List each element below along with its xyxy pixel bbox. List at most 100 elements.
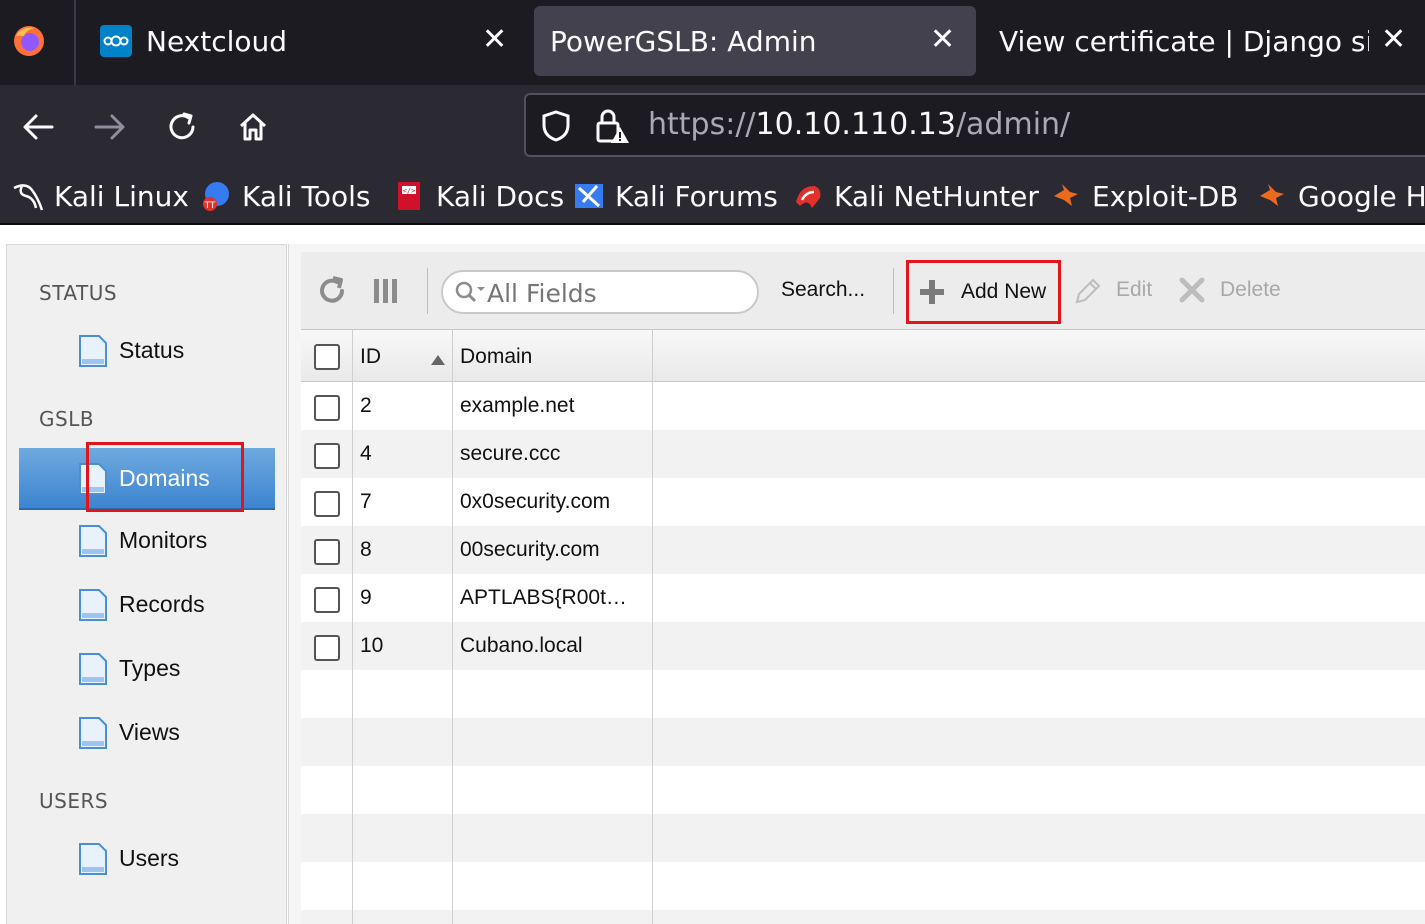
cell-domain: example.net: [460, 394, 575, 417]
red-highlight-box: [86, 442, 244, 512]
exploit-db-icon: [1050, 180, 1082, 212]
reload-icon[interactable]: [162, 107, 202, 147]
cell-domain: Cubano.local: [460, 634, 583, 657]
sidebar-item-domains[interactable]: Domains: [19, 442, 275, 512]
sidebar-item-label: Records: [119, 591, 205, 617]
kali-tools-icon: TT: [200, 180, 232, 212]
columns-icon[interactable]: [371, 276, 403, 308]
empty-row: [301, 670, 1425, 718]
bookmark-kali-linux[interactable]: Kali Linux: [12, 179, 189, 213]
tab-powergslb-admin[interactable]: PowerGSLB: Admin ✕: [534, 6, 976, 76]
document-icon: [79, 843, 107, 875]
google-hacking-icon: [1256, 180, 1288, 212]
tracking-shield-icon[interactable]: [540, 109, 572, 147]
cell-domain: 00security.com: [460, 538, 600, 561]
column-header-id[interactable]: ID: [360, 345, 381, 369]
sort-ascending-icon[interactable]: [431, 350, 445, 369]
select-all-checkbox[interactable]: [314, 344, 340, 370]
sidebar-item-label: Views: [119, 719, 180, 745]
grid-toolbar: Search... Add New Edit Delete: [301, 252, 1425, 330]
forward-arrow-icon[interactable]: [90, 107, 130, 147]
sidebar-heading-users: USERS: [39, 789, 109, 813]
toolbar-separator: [893, 268, 894, 314]
table-row[interactable]: 10 Cubano.local: [301, 622, 1425, 670]
cell-id: 4: [360, 442, 372, 465]
bookmark-kali-docs[interactable]: </> Kali Docs: [394, 179, 564, 213]
bookmark-label: Exploit-DB: [1092, 179, 1239, 213]
firefox-logo-icon[interactable]: [12, 24, 46, 58]
column-divider: [652, 330, 653, 924]
main-panel: Search... Add New Edit Delete ID: [288, 244, 1425, 924]
search-magnifier-icon[interactable]: [455, 281, 485, 309]
row-checkbox[interactable]: [314, 395, 340, 421]
kali-forums-icon: [573, 180, 605, 212]
svg-text:</>: </>: [403, 187, 416, 195]
sidebar: STATUS Status GSLB Domains Monitors Reco…: [6, 244, 287, 924]
row-checkbox[interactable]: [314, 635, 340, 661]
tab-close-icon[interactable]: ✕: [1381, 22, 1406, 57]
url-text[interactable]: https://10.10.110.13/admin/: [648, 107, 1070, 142]
pencil-icon: [1073, 276, 1105, 308]
row-checkbox[interactable]: [314, 587, 340, 613]
tab-title: Nextcloud: [146, 24, 288, 58]
sidebar-item-records[interactable]: Records: [19, 574, 275, 636]
document-icon: [79, 589, 107, 621]
cell-domain: 0x0security.com: [460, 490, 611, 513]
empty-row: [301, 862, 1425, 910]
tab-django-certificate[interactable]: View certificate | Django site a ✕: [985, 6, 1425, 76]
sidebar-item-types[interactable]: Types: [19, 638, 275, 700]
column-header-domain[interactable]: Domain: [460, 345, 532, 369]
add-new-button[interactable]: Add New: [906, 260, 1061, 324]
table-row[interactable]: 4 secure.ccc: [301, 430, 1425, 478]
kali-nethunter-icon: [792, 180, 824, 212]
sidebar-item-views[interactable]: Views: [19, 702, 275, 764]
admin-page: STATUS Status GSLB Domains Monitors Reco…: [0, 227, 1425, 924]
sidebar-item-monitors[interactable]: Monitors: [19, 510, 275, 572]
bookmark-google-hacking[interactable]: Google Ha: [1256, 179, 1425, 213]
row-checkbox[interactable]: [314, 491, 340, 517]
table-row[interactable]: 7 0x0security.com: [301, 478, 1425, 526]
kali-docs-icon: </>: [394, 180, 426, 212]
bookmark-label: Kali NetHunter: [834, 179, 1039, 213]
search-input[interactable]: [487, 278, 747, 308]
reload-icon[interactable]: [317, 276, 349, 308]
nextcloud-icon: [100, 25, 132, 57]
document-icon: [79, 653, 107, 685]
bookmark-label: Kali Docs: [436, 179, 565, 213]
sidebar-item-label: Types: [119, 655, 181, 681]
back-arrow-icon[interactable]: [18, 107, 58, 147]
bookmark-exploit-db[interactable]: Exploit-DB: [1050, 179, 1239, 213]
lock-warning-icon[interactable]: [594, 107, 630, 149]
search-button[interactable]: Search...: [781, 278, 865, 302]
tab-separator: [74, 0, 76, 85]
kali-dragon-icon: [12, 180, 44, 212]
home-icon[interactable]: [233, 107, 273, 147]
sidebar-item-status[interactable]: Status: [19, 320, 275, 382]
svg-text:TT: TT: [204, 201, 216, 211]
bookmarks-toolbar: Kali Linux TT Kali Tools </> Kali Docs K…: [0, 167, 1425, 225]
bookmark-kali-nethunter[interactable]: Kali NetHunter: [792, 179, 1039, 213]
cell-id: 10: [360, 634, 384, 657]
cell-id: 2: [360, 394, 372, 417]
edit-button[interactable]: Edit: [1116, 278, 1152, 302]
browser-nav-bar: https://10.10.110.13/admin/: [0, 85, 1425, 167]
url-bar[interactable]: https://10.10.110.13/admin/: [524, 93, 1425, 157]
tab-title: PowerGSLB: Admin: [550, 24, 817, 58]
row-checkbox[interactable]: [314, 443, 340, 469]
bookmark-kali-tools[interactable]: TT Kali Tools: [200, 179, 370, 213]
row-checkbox[interactable]: [314, 539, 340, 565]
delete-button[interactable]: Delete: [1220, 278, 1281, 302]
sidebar-item-users[interactable]: Users: [19, 828, 275, 890]
tab-close-icon[interactable]: ✕: [930, 22, 955, 57]
sidebar-item-label: Users: [119, 845, 180, 871]
bookmark-kali-forums[interactable]: Kali Forums: [573, 179, 778, 213]
table-row[interactable]: 2 example.net: [301, 382, 1425, 430]
bookmark-label: Kali Linux: [54, 179, 189, 213]
table-row[interactable]: 9 APTLABS{R00t…: [301, 574, 1425, 622]
search-field[interactable]: [441, 270, 759, 314]
tab-nextcloud[interactable]: Nextcloud ✕: [90, 6, 520, 76]
browser-tab-bar: Nextcloud ✕ PowerGSLB: Admin ✕ View cert…: [0, 0, 1425, 85]
add-new-label: Add New: [961, 280, 1047, 303]
tab-close-icon[interactable]: ✕: [482, 22, 507, 57]
table-row[interactable]: 8 00security.com: [301, 526, 1425, 574]
